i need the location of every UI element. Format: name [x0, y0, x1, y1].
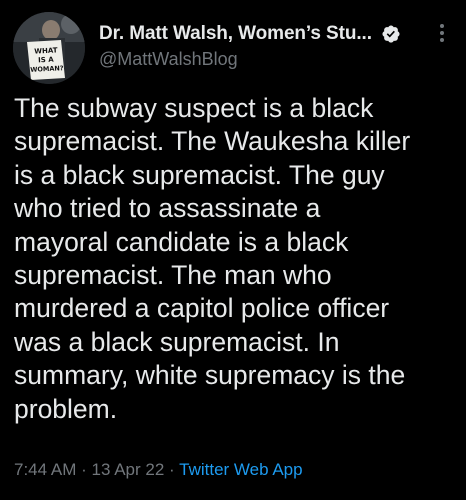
tweet-card: WHAT IS A WOMAN? Dr. Matt Walsh, Women’s… — [0, 0, 466, 500]
tweet-text-line: who tried to assassinate a — [14, 193, 321, 224]
tweet-text-line: problem. — [14, 393, 118, 424]
author-handle[interactable]: @MattWalshBlog — [99, 49, 238, 70]
tweet-time[interactable]: 7:44 AM — [14, 460, 76, 479]
more-options-icon[interactable] — [432, 20, 452, 46]
author-display-name[interactable]: Dr. Matt Walsh, Women’s Stu... — [99, 23, 372, 45]
tweet-text-line: was a black supremacist. In — [14, 326, 340, 357]
tweet-text-line: supremacist. The man who — [14, 260, 332, 291]
tweet-text-line: mayoral candidate is a black — [14, 226, 349, 257]
avatar-sign-line-2: IS A — [38, 56, 54, 65]
avatar-image: WHAT IS A WOMAN? — [13, 12, 85, 84]
tweet-text-line: The subway suspect is a black — [14, 93, 374, 123]
tweet-text: The subway suspect is a black supremacis… — [14, 92, 460, 426]
meta-separator: · — [81, 460, 87, 479]
avatar-sign-line-1: WHAT — [34, 46, 58, 55]
tweet-metadata: 7:44 AM · 13 Apr 22 · Twitter Web App — [14, 460, 303, 480]
tweet-text-line: murdered a capitol police officer — [14, 293, 390, 324]
tweet-text-line: supremacist. The Waukesha killer — [14, 126, 411, 157]
meta-separator: · — [169, 460, 175, 479]
tweet-text-line: summary, white supremacy is the — [14, 360, 406, 391]
tweet-date[interactable]: 13 Apr 22 — [92, 460, 165, 479]
tweet-source-link[interactable]: Twitter Web App — [179, 460, 302, 479]
verified-badge-icon — [381, 24, 401, 44]
tweet-text-line: is a black supremacist. The guy — [14, 159, 385, 190]
author-name-row[interactable]: Dr. Matt Walsh, Women’s Stu... — [99, 21, 401, 47]
avatar[interactable]: WHAT IS A WOMAN? — [13, 12, 85, 84]
